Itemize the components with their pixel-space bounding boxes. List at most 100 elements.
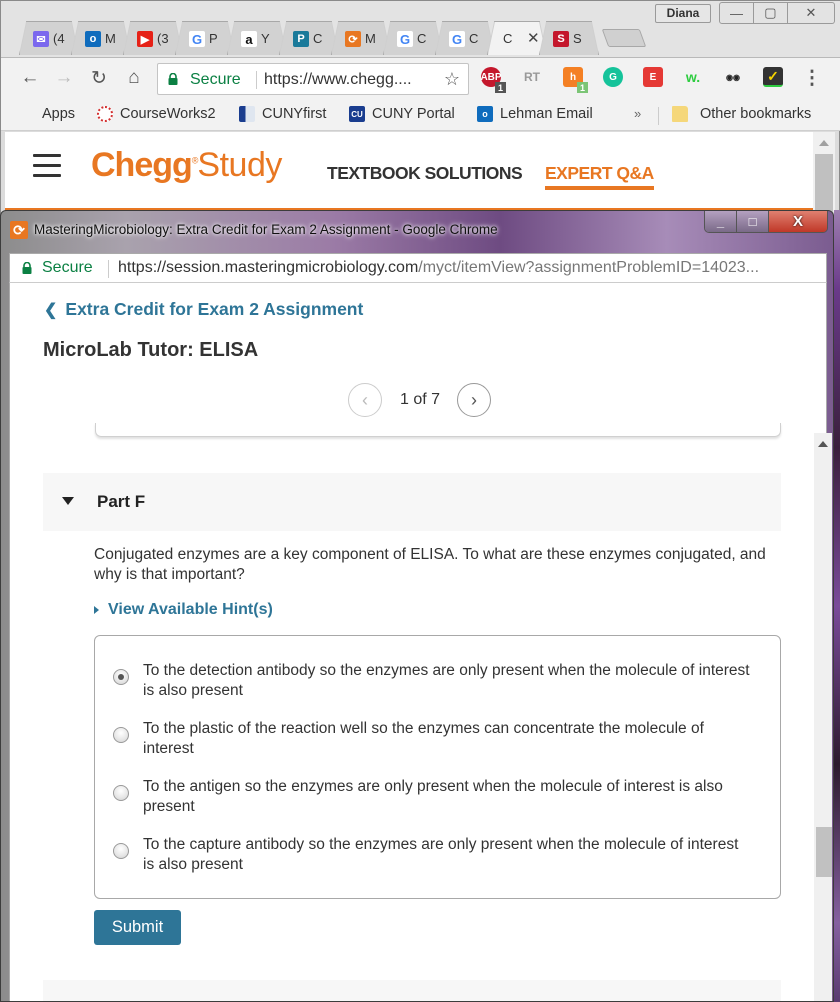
nav-expert-qa[interactable]: EXPERT Q&A xyxy=(545,163,654,190)
browser-tab[interactable]: ✉ (4 xyxy=(19,21,79,55)
bookmark-label: Other bookmarks xyxy=(700,106,812,122)
bookmark-cuny-portal[interactable]: CU CUNY Portal xyxy=(349,106,455,122)
radio-button[interactable] xyxy=(113,669,129,685)
browser-tab[interactable]: GP xyxy=(175,21,235,55)
bookmark-label: CourseWorks2 xyxy=(120,106,216,122)
tab-label: Y xyxy=(261,31,270,46)
browser-toolbar: ← → ↻ ⌂ Secure https://www.chegg.... ☆ A… xyxy=(1,57,840,99)
popup-window: ⟳ MasteringMicrobiology: Extra Credit fo… xyxy=(0,210,834,1002)
back-button[interactable]: ← xyxy=(19,67,41,89)
hamburger-menu-icon[interactable] xyxy=(33,154,61,178)
omnibox-separator xyxy=(256,71,257,89)
answer-text: To the capture antibody so the enzymes a… xyxy=(143,836,739,873)
minimize-button[interactable]: — xyxy=(719,2,754,24)
mastering-icon: ⟳ xyxy=(10,221,28,239)
back-to-assignment-link[interactable]: ❮ Extra Credit for Exam 2 Assignment xyxy=(44,299,363,320)
incognito-icon[interactable]: ◉◉ xyxy=(723,67,743,87)
cuny-icon: CU xyxy=(349,106,365,122)
browser-tab[interactable]: ▶ (3 xyxy=(123,21,183,55)
tab-label: (3 xyxy=(157,31,169,46)
adblock-plus-icon[interactable]: ABP 1 xyxy=(480,67,506,93)
scrollbar-thumb[interactable] xyxy=(815,154,833,212)
bookmark-label: CUNYfirst xyxy=(262,106,327,122)
collapse-triangle-icon[interactable] xyxy=(62,497,74,505)
browser-tab[interactable]: GC xyxy=(383,21,443,55)
browser-tab[interactable]: oM xyxy=(71,21,131,55)
menu-icon[interactable]: ⋮ xyxy=(801,67,823,90)
scrollbar-thumb[interactable] xyxy=(816,827,832,877)
bookmark-cunyfirst[interactable]: CUNYfirst xyxy=(239,106,326,122)
chevron-left-icon: ❮ xyxy=(44,301,58,319)
chegg-scrollbar[interactable] xyxy=(813,132,835,212)
popup-close-button[interactable]: X xyxy=(769,211,827,232)
answer-options: To the detection antibody so the enzymes… xyxy=(94,635,781,899)
other-bookmarks[interactable]: Other bookmarks xyxy=(672,106,811,122)
popup-url[interactable]: https://session.masteringmicrobiology.co… xyxy=(118,259,759,277)
pearson-icon: P xyxy=(293,31,309,47)
answer-text: To the antigen so the enzymes are only p… xyxy=(143,778,723,815)
chegg-header: Chegg®Study TEXTBOOK SOLUTIONS EXPERT Q&… xyxy=(5,132,813,212)
previous-problem-button[interactable]: ‹ xyxy=(348,383,382,417)
bookmark-courseworks2[interactable]: CourseWorks2 xyxy=(97,106,216,122)
popup-maximize-button[interactable]: □ xyxy=(737,211,769,232)
extension-label: E xyxy=(649,71,657,83)
new-tab-button[interactable] xyxy=(601,29,647,47)
evernote-icon[interactable]: E xyxy=(643,67,663,87)
extension-badge: 1 xyxy=(495,82,506,93)
browser-tab[interactable]: aY xyxy=(227,21,287,55)
grammarly-icon[interactable]: G xyxy=(603,67,623,87)
tab-label: C xyxy=(503,31,513,46)
close-button[interactable]: ✕ xyxy=(787,2,835,24)
extension-label: ABP xyxy=(480,71,502,83)
rt-icon[interactable]: RT xyxy=(522,67,542,87)
popup-window-controls: _ □ X xyxy=(704,211,828,233)
s-icon: S xyxy=(553,31,569,47)
next-problem-button[interactable]: › xyxy=(457,383,492,417)
view-hints-link[interactable]: View Available Hint(s) xyxy=(94,601,273,619)
mastering-icon: ⟳ xyxy=(345,31,361,47)
scroll-up-arrow-icon[interactable] xyxy=(818,441,828,447)
radio-button[interactable] xyxy=(113,785,129,801)
url-text[interactable]: https://www.chegg.... xyxy=(264,71,412,89)
nav-textbook-solutions[interactable]: TEXTBOOK SOLUTIONS xyxy=(327,163,523,184)
mastering-page: ❮ Extra Credit for Exam 2 Assignment Mic… xyxy=(9,283,832,1001)
forward-button[interactable]: → xyxy=(53,67,75,89)
honey-icon[interactable]: h1 xyxy=(563,67,588,93)
submit-button[interactable]: Submit xyxy=(94,910,181,945)
radio-button[interactable] xyxy=(113,843,129,859)
bookmarks-separator xyxy=(658,107,659,125)
tab-label: C xyxy=(313,31,323,46)
popup-minimize-button[interactable]: _ xyxy=(705,211,737,232)
browser-tab[interactable]: ⟳ M xyxy=(331,21,391,55)
part-f-header[interactable]: Part F xyxy=(43,473,781,531)
browser-tab[interactable]: PC xyxy=(279,21,339,55)
reload-button[interactable]: ↻ xyxy=(88,67,110,90)
url-host: https://session.masteringmicrobiology.co… xyxy=(118,259,419,276)
page-scrollbar[interactable] xyxy=(814,433,832,1001)
popup-address-bar[interactable]: Secure https://session.masteringmicrobio… xyxy=(9,253,827,283)
chegg-study-logo[interactable]: Chegg®Study xyxy=(91,146,282,185)
expand-triangle-icon xyxy=(94,606,99,614)
maximize-button[interactable]: ▢ xyxy=(753,2,788,24)
radio-button[interactable] xyxy=(113,727,129,743)
home-button[interactable]: ⌂ xyxy=(123,67,145,89)
browser-tab[interactable]: GC xyxy=(435,21,495,55)
canvas-icon xyxy=(97,106,113,122)
tab-close-icon[interactable]: ✕ xyxy=(527,29,540,47)
extension-badge: 1 xyxy=(577,82,588,93)
browser-tab[interactable]: C ✕ xyxy=(487,21,547,55)
bookmark-star-icon[interactable]: ☆ xyxy=(444,69,460,90)
folder-icon xyxy=(672,106,688,122)
bookmark-lehman-email[interactable]: o Lehman Email xyxy=(477,106,593,122)
bookmark-apps[interactable]: Apps xyxy=(21,106,75,122)
address-bar[interactable]: Secure https://www.chegg.... ☆ xyxy=(157,63,469,95)
bookmark-label: Lehman Email xyxy=(500,106,593,122)
scroll-up-arrow-icon[interactable] xyxy=(819,140,829,146)
checker-icon[interactable]: ✓ xyxy=(763,67,783,87)
wikiwand-icon[interactable]: w. xyxy=(683,67,703,87)
part-g-header[interactable] xyxy=(43,980,781,1001)
previous-part-card xyxy=(95,423,781,437)
bookmarks-overflow-button[interactable]: » xyxy=(634,106,641,121)
browser-tab[interactable]: SS xyxy=(539,21,599,55)
profile-button[interactable]: Diana xyxy=(655,4,711,23)
